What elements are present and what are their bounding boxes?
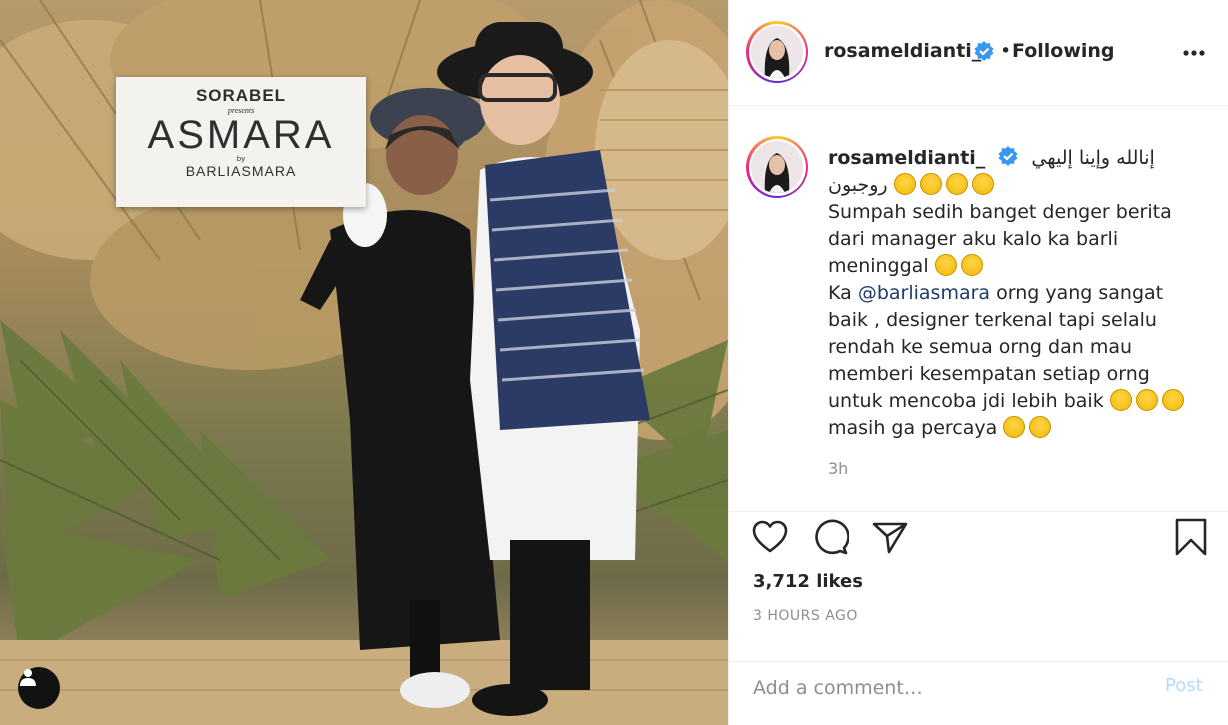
sad-emoji-icon: [1029, 416, 1052, 438]
crying-emoji-icon: [960, 254, 983, 276]
post-header: rosameldianti_ • Following: [729, 0, 1228, 106]
caption-verified-badge-icon: [998, 146, 1018, 166]
caption-line-4: dari manager aku kalo ka barli: [828, 228, 1119, 250]
caption-text-9: masih ga percaya: [828, 417, 998, 439]
sign-designer: BARLIASMARA: [185, 163, 297, 179]
caption-text-3: meninggal: [828, 255, 929, 277]
sign-brand: SORABEL: [195, 86, 287, 105]
likes-count[interactable]: 3,712 likes: [753, 571, 863, 592]
caption-story-ring[interactable]: [746, 136, 808, 198]
comment-input[interactable]: [753, 674, 1153, 702]
caption-line-1: rosameldianti_ إنالله وإينا إليهي: [828, 145, 1208, 172]
post-panel: rosameldianti_ • Following rosameldianti…: [728, 0, 1228, 725]
caption-line-3: Sumpah sedih banget denger berita: [828, 201, 1172, 223]
header-username[interactable]: rosameldianti_: [824, 40, 981, 62]
sad-emoji-icon: [1109, 389, 1132, 411]
caption-arabic-2: روجبون: [828, 174, 888, 196]
caption-line-6: Ka @barliasmara orng yang sangat: [828, 280, 1208, 307]
story-ring[interactable]: [746, 21, 808, 83]
crying-emoji-icon: [919, 173, 942, 195]
separator-dot: •: [1000, 40, 1012, 62]
user-tag-icon: [20, 669, 36, 686]
post-time-ago: 3 HOURS AGO: [753, 608, 858, 624]
sign-title: ASMARA: [147, 113, 335, 157]
sad-emoji-icon: [1003, 416, 1026, 438]
event-sign: SORABEL presents ASMARA by BARLIASMARA: [116, 77, 366, 207]
crying-emoji-icon: [971, 173, 994, 195]
crying-emoji-icon: [945, 173, 968, 195]
caption-avatar: [751, 141, 803, 193]
crying-emoji-icon: [934, 254, 957, 276]
bookmark-icon[interactable]: [1172, 518, 1210, 556]
verified-badge-icon: [974, 41, 994, 61]
crying-emoji-icon: [893, 173, 916, 195]
caption-line-9: memberi kesempatan setiap orng: [828, 363, 1150, 385]
heart-icon[interactable]: [751, 518, 789, 556]
caption-line-11: masih ga percaya: [828, 415, 1208, 442]
caption-text-4-prefix: Ka: [828, 282, 852, 304]
sad-emoji-icon: [1135, 389, 1158, 411]
caption-line-10: untuk mencoba jdi lebih baik: [828, 388, 1208, 415]
caption-arabic-1: إنالله وإينا إليهي: [1031, 147, 1155, 169]
comment-icon[interactable]: [811, 518, 849, 556]
caption-text-4-suffix: orng yang sangat: [996, 282, 1164, 304]
avatar: [751, 26, 803, 78]
caption-username[interactable]: rosameldianti_: [828, 147, 985, 169]
post-photo[interactable]: SORABEL presents ASMARA by BARLIASMARA: [0, 0, 728, 725]
mention-link[interactable]: @barliasmara: [858, 282, 990, 304]
sad-emoji-icon: [1161, 389, 1184, 411]
caption-line-7: baik , designer terkenal tapi selalu: [828, 309, 1157, 331]
caption-line-2: روجبون: [828, 172, 1208, 199]
caption-timestamp[interactable]: 3h: [828, 459, 848, 478]
share-icon[interactable]: [871, 518, 909, 556]
caption-line-8: rendah ke semua orng dan mau: [828, 336, 1133, 358]
user-tag-button[interactable]: [18, 667, 60, 709]
caption-line-5: meninggal: [828, 253, 1208, 280]
following-button[interactable]: Following: [1012, 40, 1115, 62]
more-options-icon[interactable]: [1179, 43, 1209, 63]
caption-text-8: untuk mencoba jdi lebih baik: [828, 390, 1104, 412]
caption-text: rosameldianti_ إنالله وإينا إليهي روجبون…: [828, 145, 1208, 442]
post-comment-button[interactable]: Post: [1165, 675, 1203, 696]
